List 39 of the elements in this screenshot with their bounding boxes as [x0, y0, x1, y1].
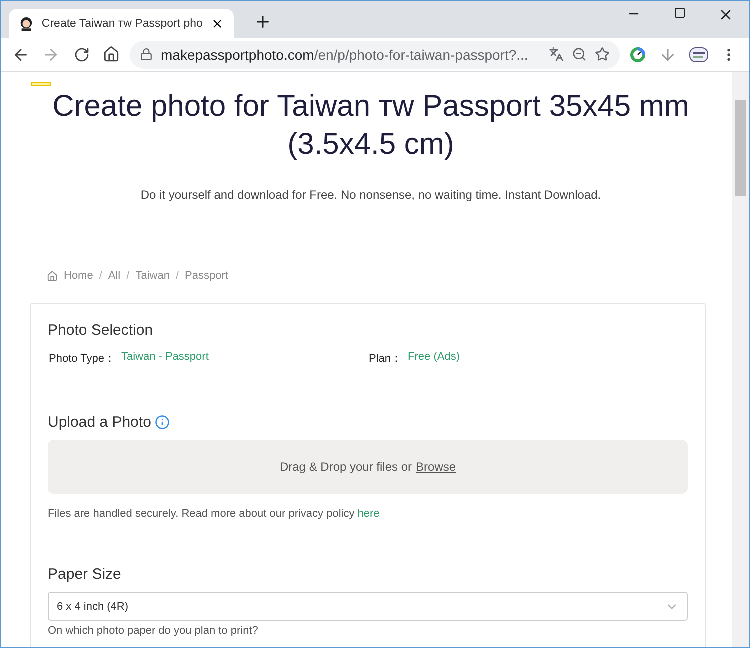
maximize-icon[interactable]	[674, 7, 686, 19]
field-label: Plan：	[368, 352, 402, 366]
browser-tab[interactable]: Create Taiwan ᴛᴡ Passport pho	[9, 9, 234, 38]
home-icon	[47, 270, 58, 282]
new-tab-icon[interactable]	[254, 13, 272, 31]
section-heading: Upload a Photo	[48, 414, 152, 431]
privacy-link[interactable]: here	[358, 508, 380, 520]
field-value: Free (Ads)	[408, 351, 460, 365]
url-text: makepassportphoto.com/en/p/photo-for-taiwan-passport?...	[161, 46, 530, 62]
address-bar[interactable]: makepassportphoto.com/en/p/photo-for-taiwan-passport?...	[130, 40, 620, 68]
breadcrumb-link[interactable]: Home	[64, 270, 94, 282]
breadcrumb-link[interactable]: Passport	[185, 270, 228, 282]
field-label: Photo Type：	[48, 352, 116, 366]
section-heading: Photo Selection	[48, 322, 154, 339]
browse-link[interactable]: Browse	[416, 460, 456, 474]
section-heading: Paper Size	[48, 566, 122, 583]
privacy-note: Files are handled securely. Read more about our privacy policy here	[48, 508, 381, 520]
field-hint: On which photo paper do you plan to print?	[48, 625, 260, 637]
avatar-icon	[19, 16, 34, 32]
info-icon[interactable]	[155, 415, 170, 430]
breadcrumb-separator: /	[176, 270, 180, 282]
drop-zone[interactable]: Drag & Drop your files or Browse	[48, 440, 688, 494]
paper-size-select[interactable]: 6 x 4 inch (4R)	[48, 592, 688, 621]
bookmark-icon[interactable]	[595, 47, 610, 62]
translate-icon[interactable]	[549, 47, 564, 62]
breadcrumb-link[interactable]: All	[108, 270, 121, 282]
home-icon[interactable]	[103, 46, 120, 63]
reload-icon[interactable]	[74, 46, 90, 62]
tab-title: Create Taiwan ᴛᴡ Passport pho	[42, 18, 203, 30]
breadcrumb-separator: /	[99, 270, 102, 282]
lock-icon	[140, 48, 153, 61]
scrollbar[interactable]	[732, 72, 749, 647]
page-title: Create photo for Taiwan ᴛᴡ Passport 35x45 mm (3.5x4.5 cm)	[52, 89, 690, 163]
breadcrumb-link[interactable]: Taiwan	[136, 270, 170, 282]
page-subtitle: Do it yourself and download for Free. No nonsense, no waiting time. Instant Download.	[140, 188, 602, 202]
breadcrumb-separator: /	[126, 270, 130, 282]
zoom-icon[interactable]	[572, 47, 587, 62]
field-value: Taiwan - Passport	[121, 351, 209, 365]
accent-mark	[31, 82, 51, 86]
